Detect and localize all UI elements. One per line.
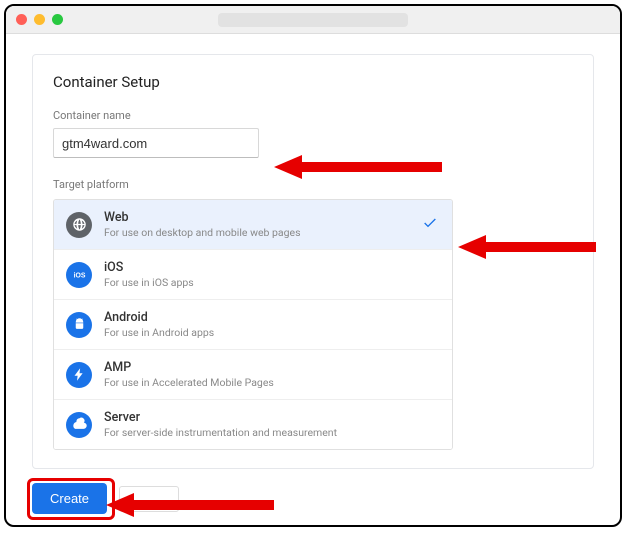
platform-desc: For use on desktop and mobile web pages — [104, 226, 301, 239]
platform-item-web[interactable]: WebFor use on desktop and mobile web pag… — [54, 200, 452, 250]
ios-icon: iOS — [66, 262, 92, 288]
footer-actions: Create — [32, 483, 594, 514]
platform-item-server[interactable]: ServerFor server-side instrumentation an… — [54, 400, 452, 449]
cancel-button[interactable] — [119, 486, 179, 512]
android-icon — [66, 312, 92, 338]
container-name-input[interactable] — [53, 128, 259, 158]
container-setup-card: Container Setup Container name Target pl… — [32, 54, 594, 469]
web-icon — [66, 212, 92, 238]
platform-item-ios[interactable]: iOSiOSFor use in iOS apps — [54, 250, 452, 300]
platform-item-amp[interactable]: AMPFor use in Accelerated Mobile Pages — [54, 350, 452, 400]
target-platform-label: Target platform — [53, 178, 573, 191]
svg-text:iOS: iOS — [73, 273, 85, 280]
platform-name: iOS — [104, 260, 194, 275]
platform-desc: For use in Android apps — [104, 326, 214, 339]
server-icon — [66, 412, 92, 438]
minimize-window-button[interactable] — [34, 14, 45, 25]
platform-desc: For use in iOS apps — [104, 276, 194, 289]
amp-icon — [66, 362, 92, 388]
platform-name: Server — [104, 410, 337, 425]
app-window: Container Setup Container name Target pl… — [4, 4, 622, 527]
platform-name: AMP — [104, 360, 274, 375]
address-bar[interactable] — [218, 13, 408, 27]
traffic-lights — [16, 14, 63, 25]
platform-name: Web — [104, 210, 301, 225]
window-titlebar — [6, 6, 620, 34]
container-name-label: Container name — [53, 109, 573, 122]
platform-name: Android — [104, 310, 214, 325]
close-window-button[interactable] — [16, 14, 27, 25]
platform-desc: For server-side instrumentation and meas… — [104, 426, 337, 439]
page-title: Container Setup — [53, 73, 573, 91]
maximize-window-button[interactable] — [52, 14, 63, 25]
create-button[interactable]: Create — [32, 483, 107, 514]
platform-item-android[interactable]: AndroidFor use in Android apps — [54, 300, 452, 350]
platform-list: WebFor use on desktop and mobile web pag… — [53, 199, 453, 450]
checkmark-icon — [422, 215, 438, 235]
platform-desc: For use in Accelerated Mobile Pages — [104, 376, 274, 389]
content-area: Container Setup Container name Target pl… — [6, 34, 620, 525]
